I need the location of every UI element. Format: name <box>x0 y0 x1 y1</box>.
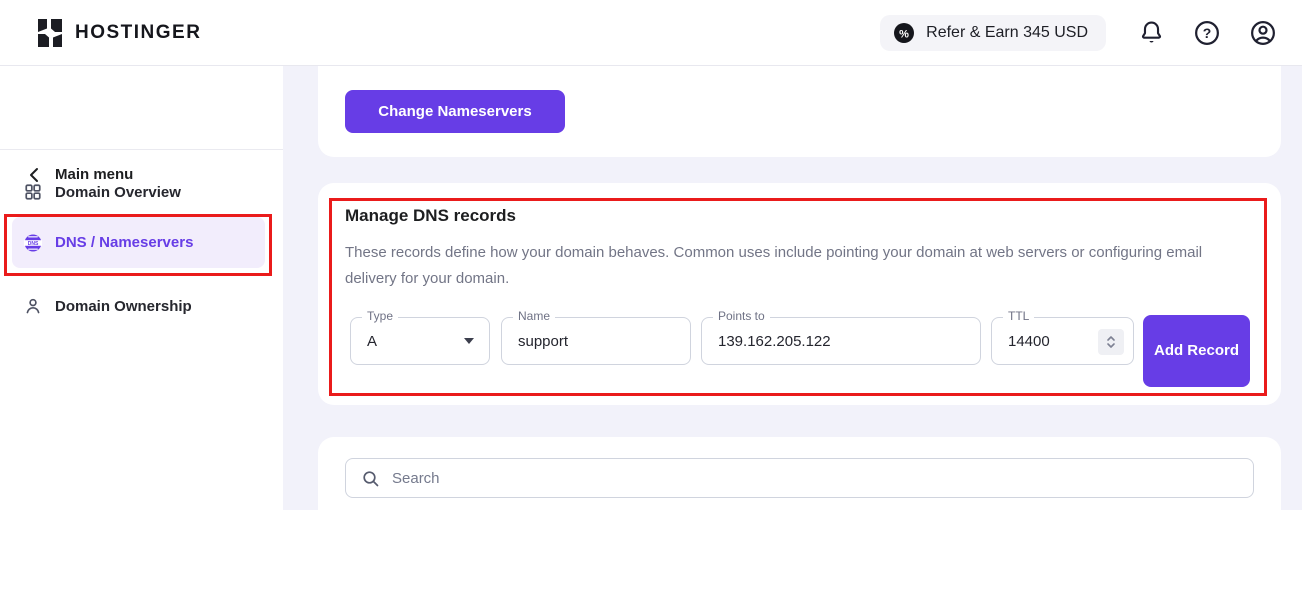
percent-seal-icon: % <box>892 21 916 45</box>
type-select[interactable]: Type A <box>350 317 490 365</box>
refer-earn-button[interactable]: % Refer & Earn 345 USD <box>880 15 1106 51</box>
account-button[interactable] <box>1248 18 1278 48</box>
chevron-down-icon <box>464 338 474 344</box>
header-actions: % Refer & Earn 345 USD ? <box>880 15 1278 51</box>
sidebar: Main menu Domain Overview DNS DNS / Name… <box>0 66 283 510</box>
help-button[interactable]: ? <box>1192 18 1222 48</box>
sidebar-item-dns-nameservers[interactable]: DNS DNS / Nameservers <box>12 217 265 268</box>
nameservers-card: Change Nameservers <box>318 66 1281 157</box>
name-field: Name <box>501 317 691 365</box>
chevrons-up-down-icon <box>1105 335 1117 349</box>
ttl-field: TTL <box>991 317 1134 365</box>
points-to-field: Points to <box>701 317 981 365</box>
grid-icon <box>24 183 42 201</box>
sidebar-item-domain-overview[interactable]: Domain Overview <box>12 174 265 210</box>
manage-dns-card: Manage DNS records These records define … <box>318 183 1281 405</box>
top-header: HOSTINGER % Refer & Earn 345 USD <box>0 0 1302 66</box>
name-input[interactable] <box>502 318 690 364</box>
bell-icon <box>1138 19 1165 46</box>
svg-text:DNS: DNS <box>28 241 39 247</box>
type-value: A <box>367 333 377 350</box>
sidebar-divider <box>0 149 283 150</box>
manage-dns-title: Manage DNS records <box>345 206 516 226</box>
change-nameservers-button[interactable]: Change Nameservers <box>345 90 565 133</box>
sidebar-item-label: DNS / Nameservers <box>55 234 193 251</box>
user-circle-icon <box>1249 19 1277 47</box>
manage-dns-description: These records define how your domain beh… <box>345 240 1230 292</box>
hostinger-brand[interactable]: HOSTINGER <box>36 18 201 48</box>
add-record-form: Type A Name Points to TTL <box>318 315 1281 389</box>
sidebar-item-label: Domain Ownership <box>55 298 192 315</box>
sidebar-item-label: Domain Overview <box>55 184 181 201</box>
dns-globe-icon: DNS <box>24 234 42 252</box>
svg-text:%: % <box>899 28 909 40</box>
points-to-input[interactable] <box>702 318 980 364</box>
type-label: Type <box>362 309 398 323</box>
sidebar-item-domain-ownership[interactable]: Domain Ownership <box>12 288 265 324</box>
svg-text:?: ? <box>1203 25 1212 41</box>
hostinger-logo-icon <box>36 18 64 48</box>
search-box <box>345 458 1254 498</box>
brand-name: HOSTINGER <box>75 22 201 44</box>
refer-earn-label: Refer & Earn 345 USD <box>926 24 1088 42</box>
notifications-button[interactable] <box>1136 18 1166 48</box>
add-record-button[interactable]: Add Record <box>1143 315 1250 387</box>
user-icon <box>24 297 42 315</box>
dns-records-card <box>318 437 1281 597</box>
content-area: Change Nameservers Manage DNS records Th… <box>283 66 1302 510</box>
ttl-stepper[interactable] <box>1098 329 1124 355</box>
question-circle-icon: ? <box>1193 19 1221 47</box>
search-input[interactable] <box>346 459 1253 497</box>
